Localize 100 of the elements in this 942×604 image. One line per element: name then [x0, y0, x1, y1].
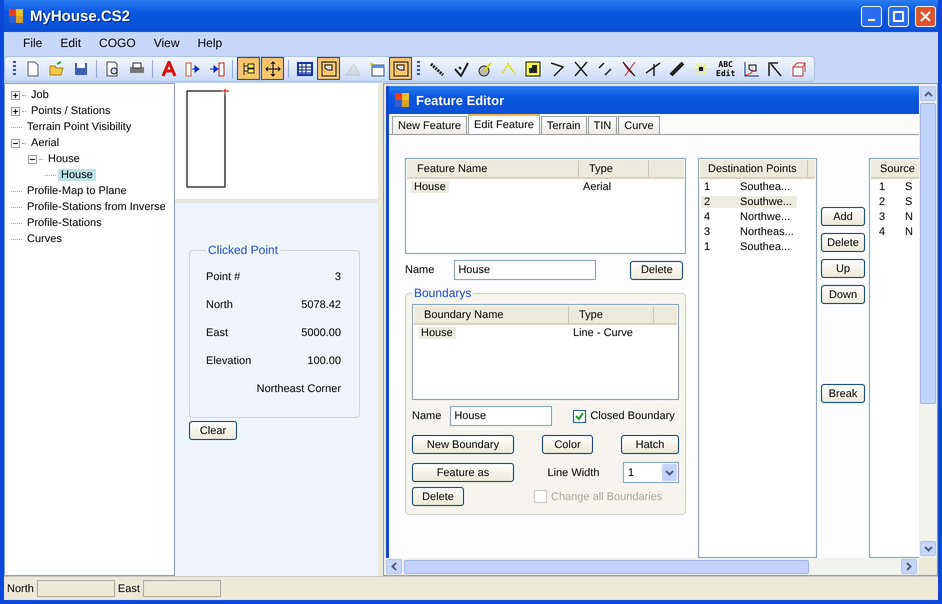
tree-item[interactable]: Terrain Point Visibility [24, 121, 134, 133]
tree-item[interactable]: Profile-Stations [24, 217, 105, 229]
measure-line-icon [668, 60, 684, 76]
grid-table-icon [296, 60, 312, 76]
tree-item[interactable]: Aerial [28, 137, 62, 149]
text-edit-button[interactable]: ABC Edit [713, 57, 738, 80]
dotted-line-icon [428, 60, 444, 76]
delete-button[interactable]: Delete [412, 487, 464, 506]
collapse-icon[interactable] [28, 154, 37, 164]
scroll-right-icon[interactable] [906, 562, 912, 571]
window-title: Feature Editor [416, 92, 504, 108]
field-label: North [206, 299, 233, 311]
menu-item[interactable]: Help [188, 36, 232, 50]
column-header[interactable]: Feature Name [407, 160, 579, 177]
field-label: Name [412, 410, 442, 422]
list-item[interactable]: 4 Northwe... [701, 211, 797, 223]
checkbox-label: Change all Boundaries [551, 490, 662, 502]
name-field[interactable]: House [454, 260, 596, 280]
toolbar-button[interactable] [261, 57, 284, 80]
line-width-select[interactable]: 1 [622, 462, 679, 483]
field-value: 100.00 [307, 355, 341, 367]
tree-item[interactable]: Profile-Stations from Inverse [24, 201, 169, 213]
menu-item[interactable]: COGO [90, 36, 145, 50]
scroll-down-icon[interactable] [924, 546, 932, 552]
tree-item[interactable]: House [58, 169, 96, 181]
column-header[interactable]: Boundary Name [414, 306, 569, 323]
point-sun-icon [692, 60, 708, 76]
list-item[interactable]: 3 Northeas... [701, 226, 797, 238]
menu-item[interactable]: View [144, 36, 188, 50]
tab[interactable]: Terrain [540, 116, 587, 134]
curve-intersect-icon [620, 60, 636, 76]
maximize-button[interactable] [888, 6, 909, 26]
list-item[interactable]: 1 Southea... [701, 181, 797, 193]
status-label: North [7, 582, 34, 594]
close-button[interactable] [915, 6, 936, 26]
tree-item[interactable]: House [45, 153, 83, 165]
checkbox[interactable] [573, 410, 586, 422]
field-value: 3 [334, 271, 341, 283]
app-icon [8, 8, 24, 24]
shape-outline-icon [392, 60, 408, 76]
parallel-lines-icon [596, 60, 612, 76]
list-item[interactable]: 4 N [879, 226, 913, 238]
column-header[interactable]: Type [569, 306, 654, 323]
field-value: 5078.42 [301, 299, 341, 311]
tab[interactable]: New Feature [392, 116, 467, 134]
boundary-name-field[interactable]: House [450, 406, 552, 426]
dropdown-icon [662, 464, 677, 481]
new-boundary-button[interactable]: New Boundary [412, 435, 514, 454]
vertical-scrollbar[interactable] [919, 84, 937, 558]
collapse-icon[interactable] [11, 138, 20, 148]
column-header[interactable]: Source [871, 160, 919, 177]
list-button[interactable]: Delete [821, 233, 865, 252]
list-item[interactable]: House [411, 181, 449, 193]
list-item[interactable]: 3 N [879, 211, 913, 223]
group-title: Clicked Point [207, 243, 280, 257]
list-item[interactable]: 1 S [879, 181, 912, 193]
color-button[interactable]: Color [542, 435, 593, 454]
tab[interactable]: TIN [588, 116, 618, 134]
list-button[interactable]: Up [821, 259, 865, 278]
tab[interactable]: Edit Feature [468, 114, 540, 134]
list-button[interactable]: Add [821, 207, 865, 226]
minimize-button[interactable] [861, 6, 882, 26]
hatch-button[interactable]: Hatch [621, 435, 679, 454]
list-item[interactable]: House [418, 327, 456, 339]
feature-as-button[interactable]: Feature as [412, 463, 514, 482]
list-item[interactable]: 1 Southea... [701, 241, 797, 253]
tree-item[interactable]: Curves [24, 233, 65, 245]
field-label: Point # [206, 271, 240, 283]
import-arrow-icon [184, 60, 200, 76]
new-window-icon [368, 60, 384, 76]
close-icon [920, 10, 931, 22]
tab[interactable]: Curve [618, 116, 660, 134]
toolbar-button[interactable] [237, 57, 260, 80]
ramp-icon [344, 60, 360, 76]
minimize-icon [868, 19, 875, 21]
new-document-icon [24, 60, 40, 76]
menu-item[interactable]: Edit [51, 36, 90, 50]
list-item[interactable]: 2 Southwe... [701, 196, 797, 208]
toolbar-button[interactable] [317, 57, 340, 80]
break-button[interactable]: Break [821, 384, 865, 403]
group-title: Boundarys [413, 286, 472, 300]
toolbar-button[interactable] [389, 57, 412, 80]
expand-icon[interactable] [11, 106, 20, 116]
maximize-icon [893, 10, 904, 22]
expand-icon[interactable] [11, 90, 20, 100]
list-button[interactable]: Down [821, 285, 865, 304]
scroll-left-icon[interactable] [391, 562, 397, 571]
menu-item[interactable]: File [14, 36, 52, 50]
column-header[interactable]: Type [579, 160, 649, 177]
tree-item[interactable]: Points / Stations [28, 105, 114, 117]
horizontal-scrollbar[interactable] [384, 558, 919, 575]
scroll-up-icon[interactable] [924, 90, 932, 96]
list-item[interactable]: 2 S [879, 196, 912, 208]
delete-button[interactable]: Delete [630, 260, 684, 280]
perpendicular-icon [644, 60, 660, 76]
font-style-icon [160, 60, 176, 76]
clear-button[interactable]: Clear [189, 421, 237, 440]
tree-item[interactable]: Profile-Map to Plane [24, 185, 130, 197]
tree-item[interactable]: Job [28, 89, 52, 101]
box-3d-icon [790, 60, 807, 76]
